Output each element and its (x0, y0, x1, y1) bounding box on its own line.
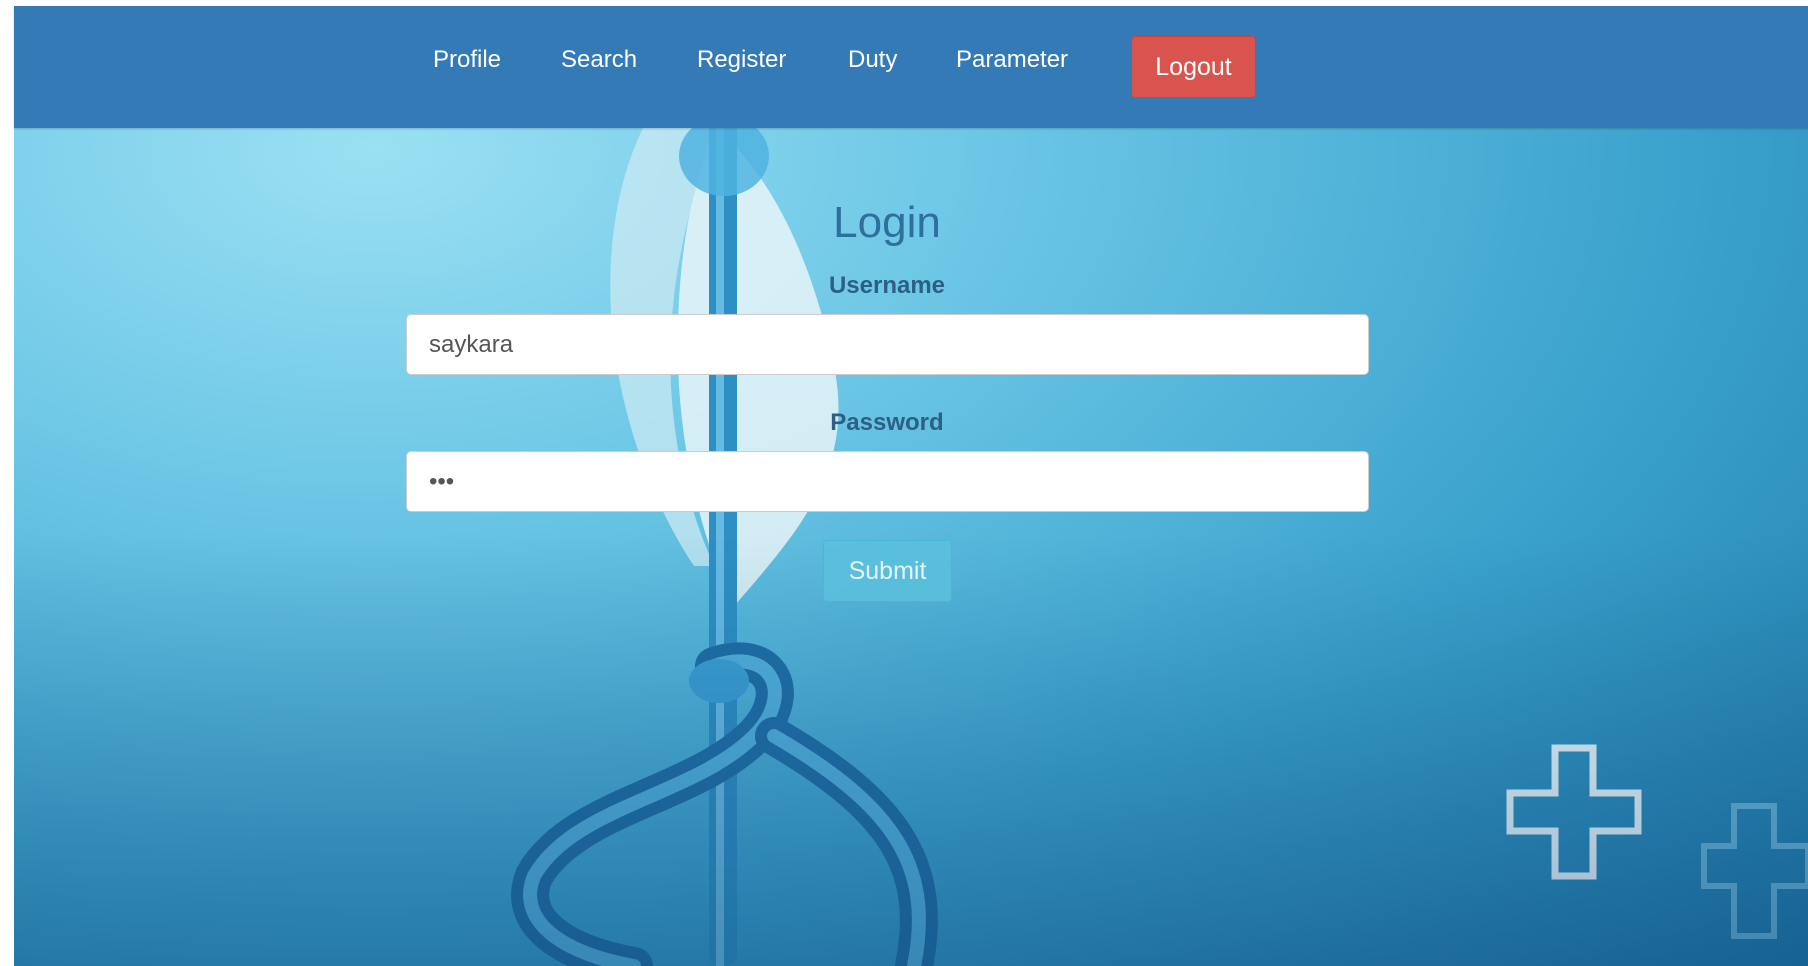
nav-item-profile[interactable]: Profile (433, 46, 501, 74)
nav-item-search[interactable]: Search (561, 46, 637, 74)
password-label: Password (830, 409, 944, 436)
logout-button[interactable]: Logout (1131, 36, 1256, 98)
submit-button[interactable]: Submit (823, 540, 952, 602)
nav-item-register[interactable]: Register (697, 46, 786, 74)
top-navbar: Profile Search Register Duty Parameter L… (14, 6, 1808, 128)
login-title: Login (833, 198, 941, 247)
username-input[interactable] (406, 314, 1369, 375)
nav-item-duty[interactable]: Duty (848, 46, 897, 74)
password-input[interactable] (406, 451, 1369, 512)
nav-item-parameter[interactable]: Parameter (956, 46, 1068, 74)
username-label: Username (828, 272, 946, 299)
